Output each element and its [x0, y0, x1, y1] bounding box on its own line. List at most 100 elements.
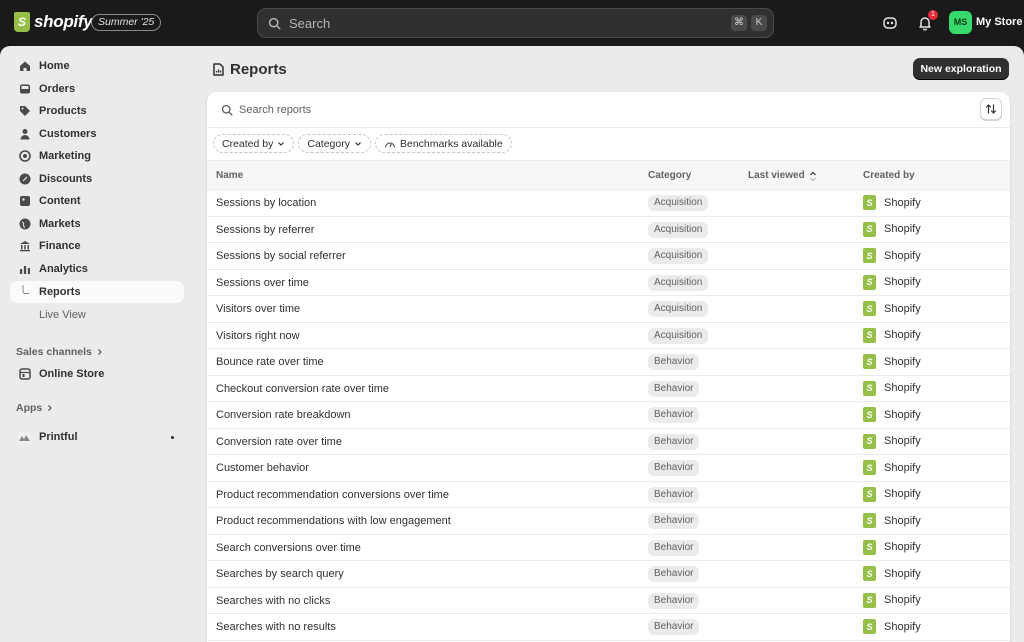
sales-channels-heading[interactable]: Sales channels: [16, 346, 104, 358]
admin-frame: Home Orders Products Customers Marketing…: [0, 46, 1024, 642]
report-name[interactable]: Searches with no results: [216, 621, 336, 633]
category-badge: Acquisition: [648, 274, 709, 291]
column-name[interactable]: Name: [216, 170, 243, 181]
sidebar-item-customers[interactable]: Customers: [10, 123, 184, 145]
shopify-logo[interactable]: S shopify: [14, 12, 93, 32]
table-row[interactable]: Product recommendations with low engagem…: [207, 508, 1010, 535]
category-badge: Behavior: [648, 354, 700, 370]
table-row[interactable]: Visitors over time Acquisition S Shopify: [207, 296, 1010, 323]
filter-created-by[interactable]: Created by: [213, 134, 295, 153]
notifications-bell-icon[interactable]: 1: [915, 10, 938, 33]
table-row[interactable]: Visitors right now Acquisition S Shopify: [207, 323, 1010, 349]
column-created-by[interactable]: Created by: [863, 170, 915, 181]
filter-label: Category: [307, 137, 350, 150]
global-search-input[interactable]: Search ⌘ K: [257, 8, 774, 38]
category-badge: Behavior: [648, 566, 700, 582]
table-row[interactable]: Search conversions over time Behavior S Sho…: [207, 535, 1010, 561]
shortcut-k-key: K: [751, 15, 767, 31]
table-row[interactable]: Sessions by social referrer Acquisition S S…: [207, 243, 1010, 270]
sidebar-item-content[interactable]: Content: [10, 190, 184, 212]
search-icon: [221, 104, 233, 116]
created-by-name: Shopify: [884, 541, 921, 553]
table-row[interactable]: Conversion rate breakdown Behavior S Shopif…: [207, 402, 1010, 429]
shopify-bag-icon: S: [863, 195, 876, 210]
sidebar-item-live-view[interactable]: Live View: [10, 304, 184, 326]
sidebar-item-online-store[interactable]: Online Store: [10, 363, 184, 385]
report-name[interactable]: Bounce rate over time: [216, 356, 324, 368]
report-name[interactable]: Sessions by location: [216, 197, 316, 209]
table-row[interactable]: Sessions by location Acquisition S Shopify: [207, 190, 1010, 217]
sidebar-item-label: Customers: [39, 127, 97, 140]
report-name[interactable]: Conversion rate breakdown: [216, 409, 351, 421]
report-name[interactable]: Sessions by referrer: [216, 224, 314, 236]
report-name[interactable]: Product recommendation conversions over …: [216, 489, 449, 501]
store-avatar[interactable]: MS: [949, 11, 972, 34]
table-row[interactable]: Product recommendation conversions over …: [207, 482, 1010, 508]
report-name[interactable]: Searches by search query: [216, 568, 344, 580]
category-badge: Acquisition: [648, 221, 709, 238]
created-by-name: Shopify: [884, 223, 921, 235]
shopify-bag-icon: S: [863, 539, 876, 555]
reports-search-input[interactable]: Search reports: [207, 92, 1010, 128]
created-by-name: Shopify: [884, 408, 921, 421]
column-category[interactable]: Category: [648, 170, 691, 181]
table-row[interactable]: Conversion rate over time Behavior S Shopif…: [207, 429, 1010, 455]
table-row[interactable]: Bounce rate over time Behavior S Shopify: [207, 349, 1010, 376]
table-row[interactable]: Searches with no clicks Behavior S Shopify: [207, 588, 1010, 614]
report-name[interactable]: Conversion rate over time: [216, 436, 342, 448]
content-icon: [18, 195, 31, 208]
filter-label: Created by: [222, 137, 274, 150]
table-row[interactable]: Searches by search query Behavior S Shopify: [207, 561, 1010, 588]
report-name[interactable]: Search conversions over time: [216, 542, 361, 554]
table-row[interactable]: Checkout conversion rate over time Behavi…: [207, 376, 1010, 402]
sidebar-item-analytics[interactable]: Analytics: [10, 258, 184, 280]
report-name[interactable]: Product recommendations with low engagem…: [216, 515, 451, 527]
discount-icon: [18, 172, 31, 185]
apps-label: Apps: [16, 402, 43, 414]
created-by-cell: S Shopify: [863, 433, 921, 449]
shopify-bag-icon: S: [863, 460, 876, 475]
edition-badge[interactable]: Summer '25: [91, 14, 162, 31]
report-name[interactable]: Sessions by social referrer: [216, 250, 346, 262]
created-by-name: Shopify: [884, 329, 921, 341]
created-by-cell: S Shopify: [863, 274, 921, 290]
report-name[interactable]: Sessions over time: [216, 277, 309, 289]
category-badge: Behavior: [648, 433, 700, 450]
report-name[interactable]: Visitors over time: [216, 303, 300, 315]
table-row[interactable]: Sessions by referrer Acquisition S Shopify: [207, 217, 1010, 243]
sidebar-item-discounts[interactable]: Discounts: [10, 168, 184, 190]
sidebar-item-reports[interactable]: Reports: [10, 280, 184, 303]
sidebar-item-markets[interactable]: Markets: [10, 213, 184, 235]
sidebar-item-orders[interactable]: Orders: [10, 78, 184, 100]
sidebar-item-products[interactable]: Products: [10, 100, 184, 122]
category-badge: Behavior: [648, 619, 700, 635]
category-badge: Behavior: [648, 380, 700, 397]
created-by-cell: S Shopify: [863, 354, 921, 369]
sidebar-item-label: Products: [39, 105, 87, 117]
report-name[interactable]: Checkout conversion rate over time: [216, 383, 389, 395]
sidekick-icon[interactable]: [880, 13, 900, 33]
sidebar-item-label: Discounts: [39, 172, 93, 185]
report-name[interactable]: Customer behavior: [216, 462, 309, 474]
sidebar-item-home[interactable]: Home: [10, 55, 184, 77]
table-row[interactable]: Sessions over time Acquisition S Shopify: [207, 270, 1010, 296]
new-exploration-button[interactable]: New exploration: [913, 58, 1009, 80]
created-by-cell: S Shopify: [863, 221, 921, 237]
table-row[interactable]: Searches with no results Behavior S Shopify: [207, 614, 1010, 641]
store-name[interactable]: My Store: [976, 16, 1022, 28]
created-by-name: Shopify: [884, 488, 921, 500]
filter-category[interactable]: Category: [298, 134, 371, 153]
sidebar-item-marketing[interactable]: Marketing: [10, 145, 184, 167]
apps-heading[interactable]: Apps: [16, 402, 54, 414]
category-badge: Behavior: [648, 460, 700, 476]
chevron-down-icon: [355, 141, 361, 146]
sort-button[interactable]: [980, 98, 1002, 120]
table-row[interactable]: Customer behavior Behavior S Shopify: [207, 455, 1010, 482]
sidebar-item-printful[interactable]: Printful: [10, 426, 184, 448]
sidebar-item-finance[interactable]: Finance: [10, 235, 184, 257]
column-last-viewed[interactable]: Last viewed: [748, 170, 817, 181]
report-name[interactable]: Visitors right now: [216, 330, 300, 342]
report-name[interactable]: Searches with no clicks: [216, 595, 330, 607]
filter-benchmarks[interactable]: Benchmarks available: [374, 134, 512, 153]
main-content: Reports New exploration Search reports C…: [193, 46, 1024, 642]
